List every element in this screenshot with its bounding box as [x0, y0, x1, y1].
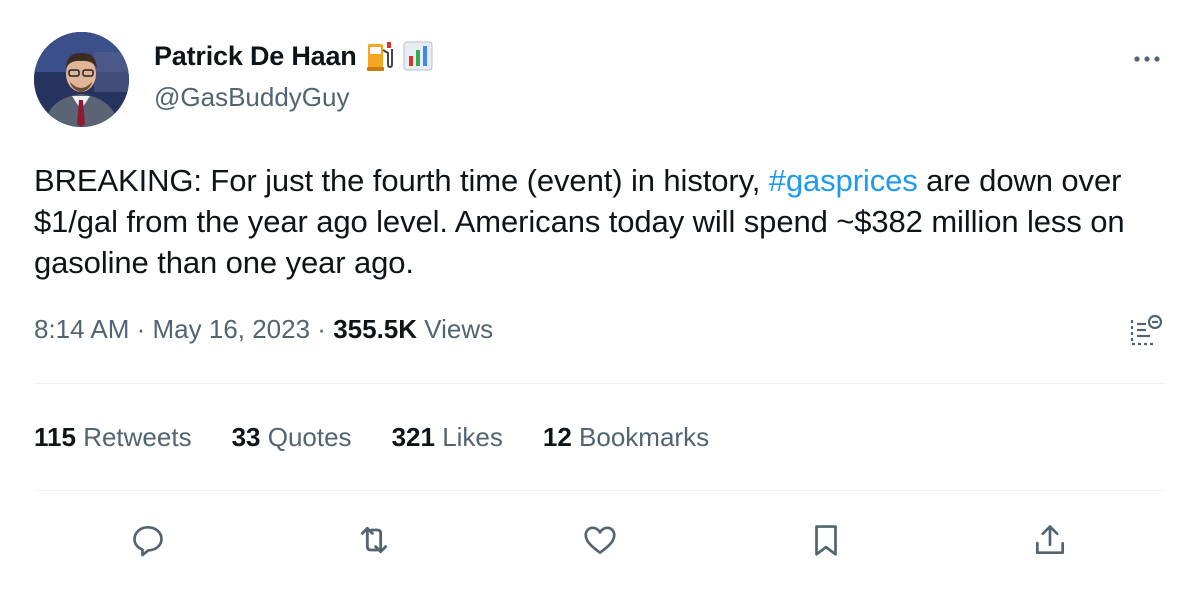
bookmark-icon: [815, 525, 837, 556]
likes-stat[interactable]: 321 Likes: [392, 422, 503, 453]
fuel-pump-icon: [365, 40, 395, 72]
tweet-time[interactable]: 8:14 AM: [34, 314, 129, 345]
views-count: 355.5K: [333, 314, 418, 344]
hashtag-link[interactable]: #gasprices: [769, 163, 918, 198]
retweets-stat[interactable]: 115 Retweets: [34, 422, 192, 453]
action-bar: [34, 514, 1166, 566]
retweets-label: Retweets: [83, 422, 192, 452]
author-display-name[interactable]: Patrick De Haan: [154, 41, 357, 72]
retweets-count: 115: [34, 422, 76, 452]
bookmark-button[interactable]: [800, 514, 852, 566]
retweet-icon: [360, 526, 388, 554]
bar-chart-icon: [403, 40, 433, 72]
tweet-date[interactable]: May 16, 2023: [153, 314, 311, 345]
engagement-stats: 115 Retweets 33 Quotes 321 Likes 12 Book…: [34, 422, 749, 453]
share-icon: [1035, 525, 1065, 555]
tweet-text: BREAKING: For just the fourth time (even…: [34, 160, 1154, 283]
tweet-text-part: BREAKING: For just the fourth time (even…: [34, 163, 769, 198]
likes-label: Likes: [442, 422, 503, 452]
quotes-stat[interactable]: 33 Quotes: [232, 422, 352, 453]
meta-separator: ·: [310, 314, 334, 344]
quotes-count: 33: [231, 422, 261, 452]
like-icon: [584, 526, 616, 555]
bookmarks-count: 12: [542, 422, 572, 452]
author-handle[interactable]: @GasBuddyGuy: [154, 82, 349, 113]
like-button[interactable]: [574, 514, 626, 566]
bookmarks-label: Bookmarks: [579, 422, 710, 452]
divider: [34, 383, 1166, 384]
divider: [34, 490, 1166, 491]
views-label: Views: [417, 314, 494, 344]
share-button[interactable]: [1024, 514, 1076, 566]
reply-icon: [133, 525, 163, 557]
view-analytics-icon[interactable]: [1128, 314, 1164, 350]
reply-button[interactable]: [122, 514, 174, 566]
likes-count: 321: [391, 422, 435, 452]
more-options-icon[interactable]: [1130, 46, 1164, 72]
quotes-label: Quotes: [267, 422, 352, 452]
tweet-meta: 8:14 AM · May 16, 2023 · 355.5K Views: [34, 314, 493, 345]
meta-separator: ·: [129, 314, 153, 344]
author-avatar[interactable]: [34, 32, 129, 127]
retweet-button[interactable]: [348, 514, 400, 566]
bookmarks-stat[interactable]: 12 Bookmarks: [543, 422, 709, 453]
author-name-row: Patrick De Haan: [154, 40, 433, 72]
